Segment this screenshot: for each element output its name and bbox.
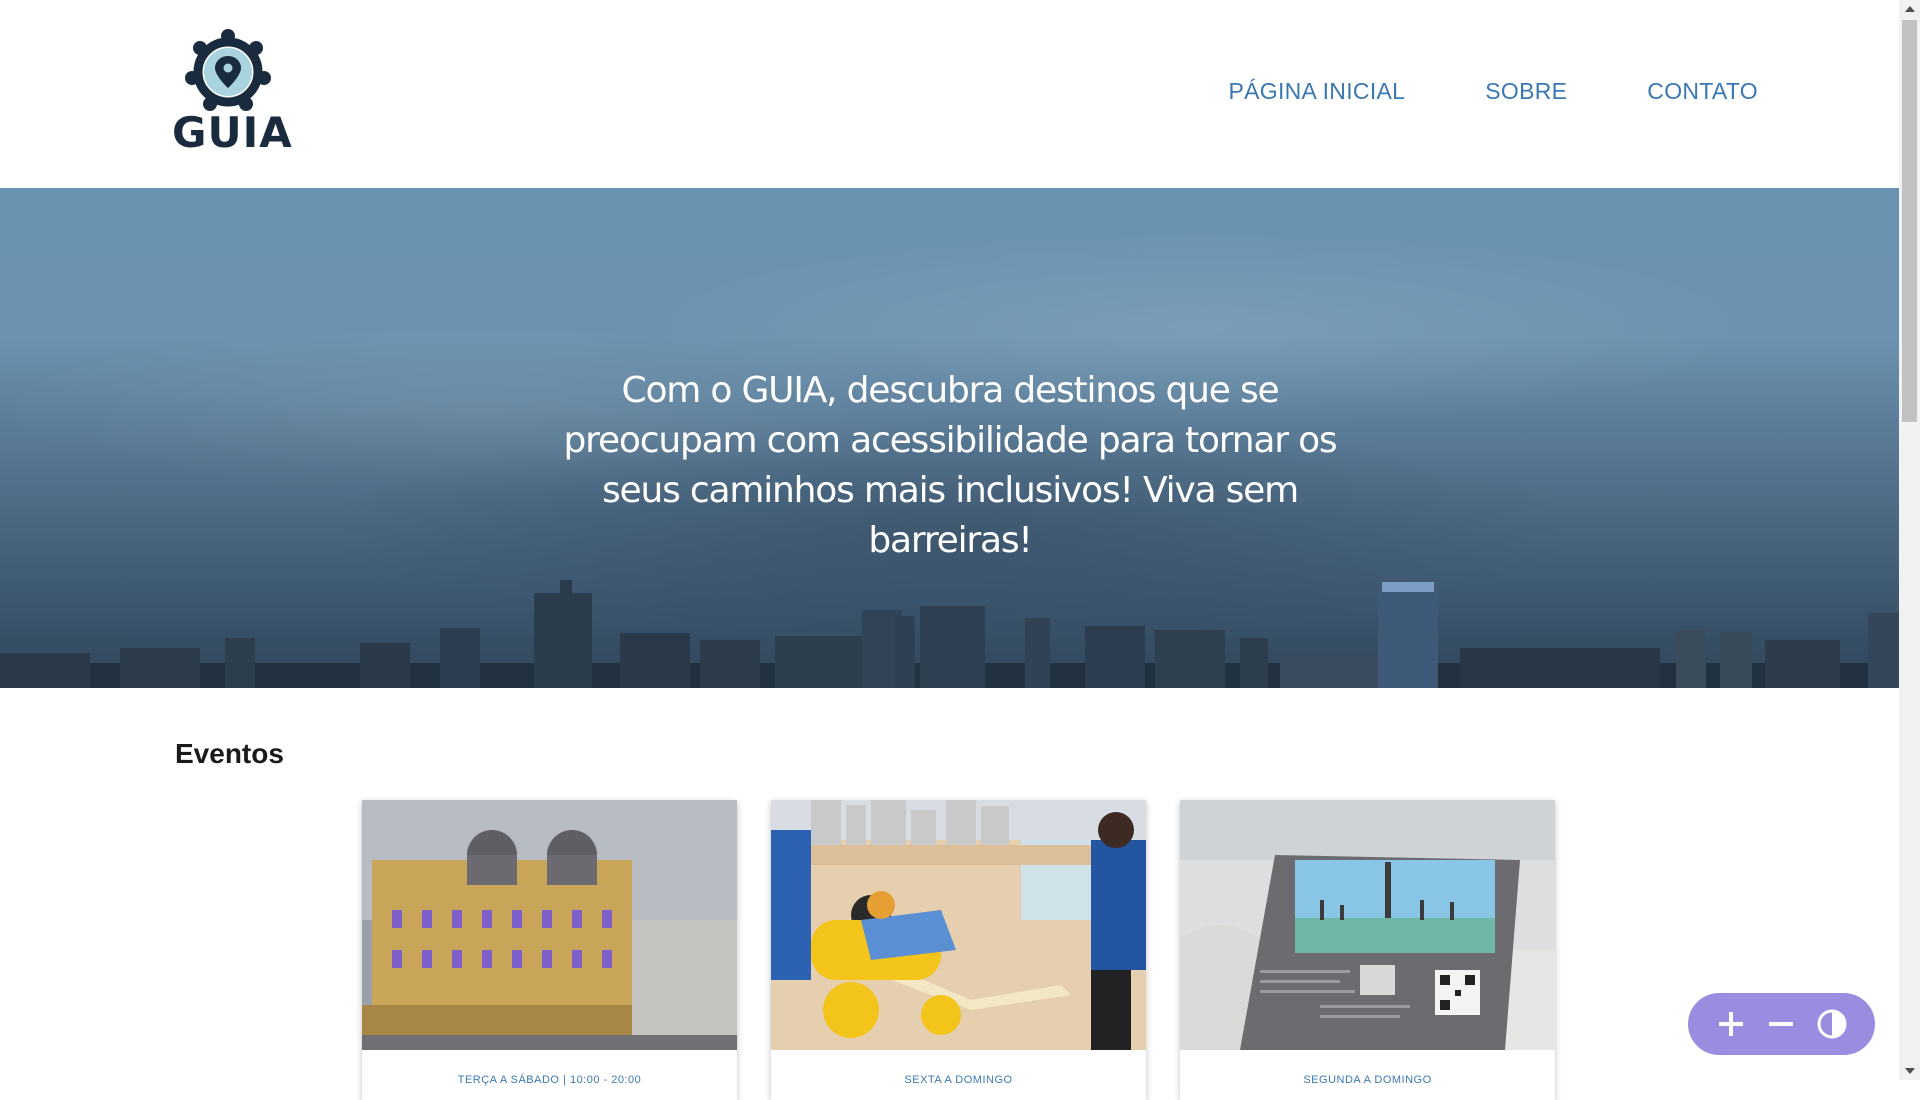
nav-link-home[interactable]: PÁGINA INICIAL xyxy=(1228,78,1405,105)
plus-icon xyxy=(1719,1012,1744,1036)
decrease-font-button[interactable] xyxy=(1761,1004,1801,1044)
events-card-list: TERÇA A SÁBADO | 10:00 - 20:00 SEXTA A D… xyxy=(362,800,1555,1100)
hero-headline: Com o GUIA, descubra destinos que se pre… xyxy=(563,370,1338,561)
nav-link-about[interactable]: SOBRE xyxy=(1485,78,1567,105)
accessibility-toolbar xyxy=(1688,993,1875,1055)
tactile-braille-sign-qr-code-image xyxy=(1180,800,1555,1050)
event-card-schedule: TERÇA A SÁBADO | 10:00 - 20:00 xyxy=(457,1074,642,1086)
contrast-icon xyxy=(1817,1009,1847,1039)
main-nav: PÁGINA INICIAL SOBRE CONTATO xyxy=(1228,78,1758,105)
scrollbar-thumb[interactable] xyxy=(1902,20,1917,422)
logo-wordmark: GUIA xyxy=(172,108,293,157)
beach-accessible-wheelchair-image xyxy=(771,800,1146,1050)
event-card[interactable]: SEXTA A DOMINGO xyxy=(771,800,1146,1100)
scroll-up-arrow-icon[interactable] xyxy=(1905,6,1915,12)
site-logo[interactable]: GUIA xyxy=(172,26,293,157)
contrast-toggle-button[interactable] xyxy=(1812,1004,1852,1044)
map-pin-community-logo-icon xyxy=(185,29,271,111)
event-card-schedule: SEGUNDA A DOMINGO xyxy=(1303,1074,1432,1086)
scroll-down-arrow-icon[interactable] xyxy=(1905,1068,1915,1074)
city-skyline-image xyxy=(0,580,1899,688)
illuminated-historic-building-image xyxy=(362,800,737,1050)
page-scrollbar[interactable] xyxy=(1899,0,1920,1080)
event-card-schedule: SEXTA A DOMINGO xyxy=(904,1074,1013,1086)
increase-font-button[interactable] xyxy=(1711,1004,1751,1044)
event-card[interactable]: TERÇA A SÁBADO | 10:00 - 20:00 xyxy=(362,800,737,1100)
site-header: GUIA PÁGINA INICIAL SOBRE CONTATO xyxy=(0,0,1899,188)
event-card[interactable]: SEGUNDA A DOMINGO xyxy=(1180,800,1555,1100)
nav-link-contact[interactable]: CONTATO xyxy=(1647,78,1758,105)
minus-icon xyxy=(1769,1022,1794,1026)
events-section-title: Eventos xyxy=(175,738,284,769)
hero-banner: Com o GUIA, descubra destinos que se pre… xyxy=(0,188,1899,688)
